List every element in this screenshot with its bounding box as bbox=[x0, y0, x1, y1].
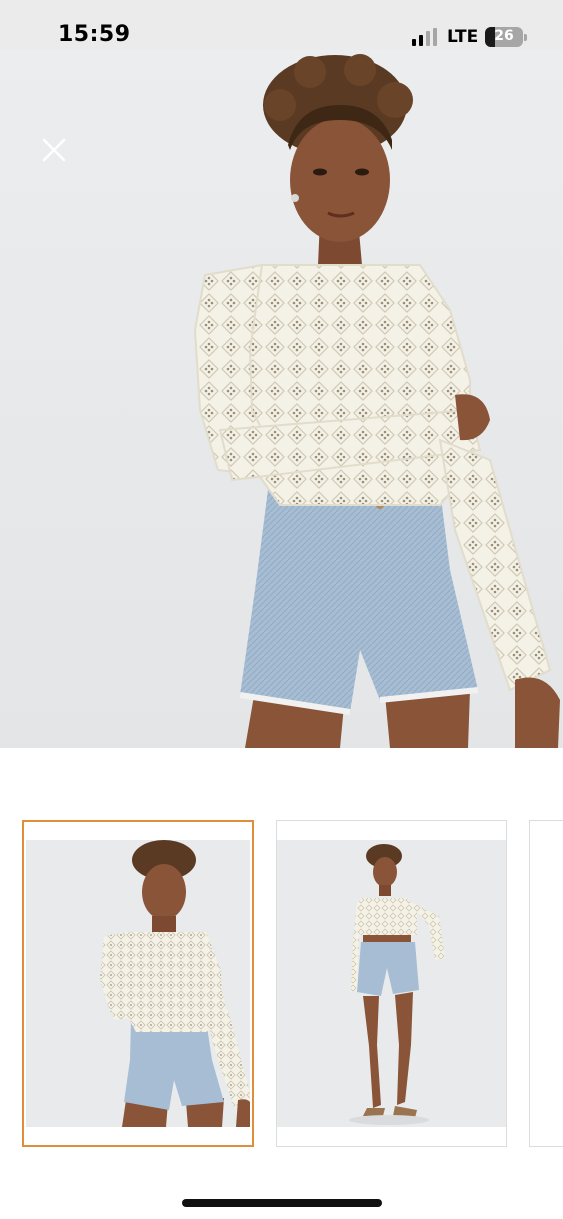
cellular-signal-icon bbox=[412, 28, 440, 46]
thumbnail-selected[interactable] bbox=[22, 820, 254, 1147]
main-product-photo[interactable] bbox=[0, 50, 563, 748]
battery-percent: 26 bbox=[494, 28, 514, 44]
thumbnail-image-front bbox=[26, 840, 250, 1127]
close-icon bbox=[42, 138, 66, 162]
status-bar: 15:59 LTE 26 bbox=[0, 0, 563, 50]
thumbnail-model-front bbox=[100, 840, 250, 1127]
network-type: LTE bbox=[447, 27, 479, 47]
model-illustration bbox=[193, 54, 560, 748]
home-indicator bbox=[182, 1199, 382, 1207]
thumbnail-full-body[interactable] bbox=[276, 820, 507, 1147]
thumbnail-partial[interactable] bbox=[529, 820, 563, 1147]
thumbnail-model-full bbox=[349, 844, 445, 1125]
status-time: 15:59 bbox=[58, 22, 131, 47]
battery-icon: 26 bbox=[485, 27, 523, 47]
thumbnail-image-full bbox=[277, 840, 506, 1127]
close-button[interactable] bbox=[40, 136, 68, 164]
battery-cap bbox=[524, 34, 527, 41]
